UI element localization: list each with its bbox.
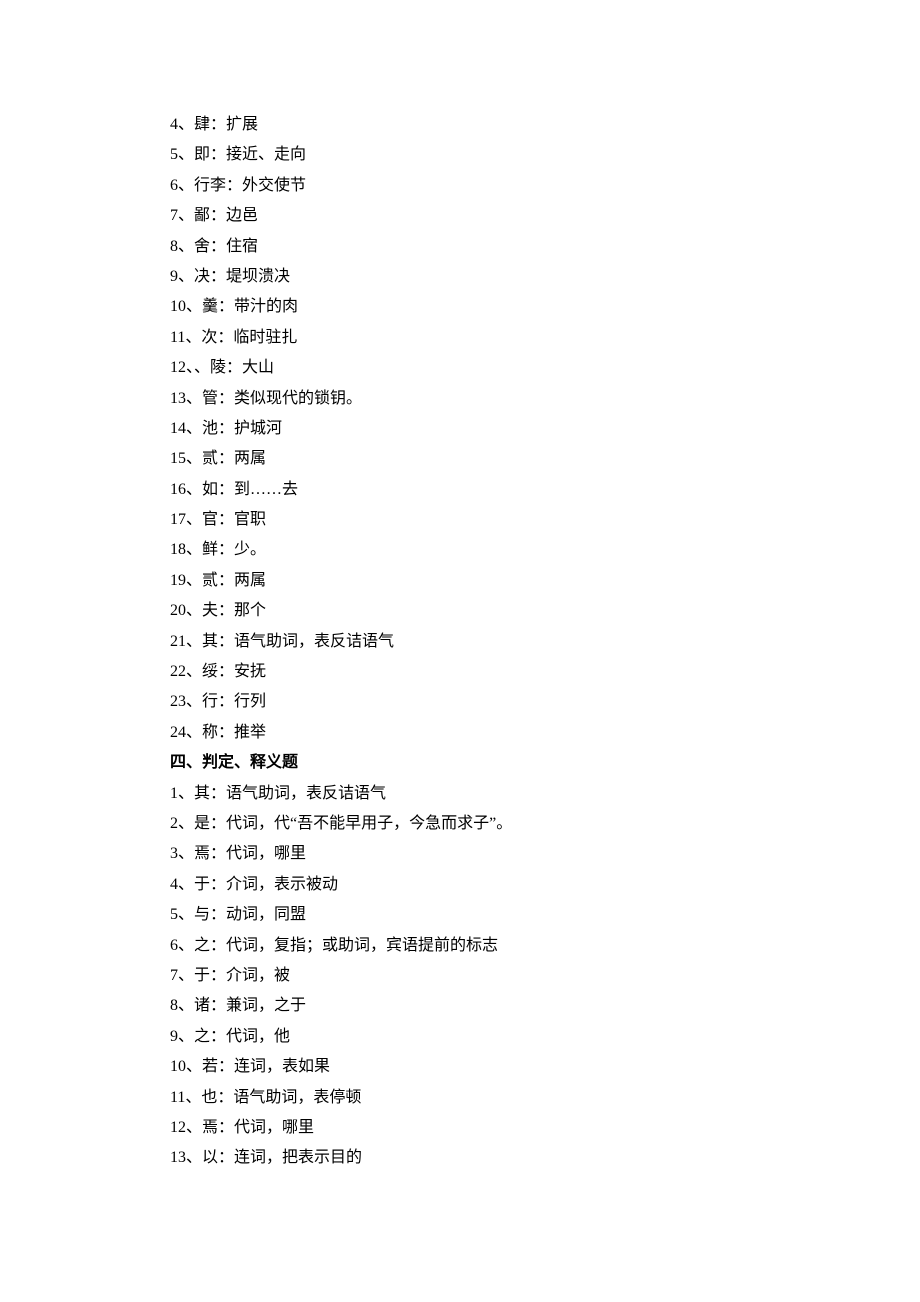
list-item: 23、行：行列 xyxy=(170,687,770,717)
list-item: 21、其：语气助词，表反诘语气 xyxy=(170,627,770,657)
list-item: 24、称：推举 xyxy=(170,718,770,748)
list-item: 5、即：接近、走向 xyxy=(170,140,770,170)
list-item: 11、次：临时驻扎 xyxy=(170,323,770,353)
list-item: 13、管：类似现代的锁钥。 xyxy=(170,384,770,414)
list-item: 14、池：护城河 xyxy=(170,414,770,444)
list-item: 6、行李：外交使节 xyxy=(170,171,770,201)
list-item: 3、焉：代词，哪里 xyxy=(170,839,770,869)
list-item: 4、肆：扩展 xyxy=(170,110,770,140)
list-item: 6、之：代词，复指；或助词，宾语提前的标志 xyxy=(170,931,770,961)
list-item: 12、焉：代词，哪里 xyxy=(170,1113,770,1143)
list-item: 22、绥：安抚 xyxy=(170,657,770,687)
list-item: 4、于：介词，表示被动 xyxy=(170,870,770,900)
list-item: 18、鲜：少。 xyxy=(170,535,770,565)
list-item: 9、决：堤坝溃决 xyxy=(170,262,770,292)
list-item: 15、贰：两属 xyxy=(170,444,770,474)
section-heading: 四、判定、释义题 xyxy=(170,748,770,778)
list-item: 9、之：代词，他 xyxy=(170,1022,770,1052)
list-item: 11、也：语气助词，表停顿 xyxy=(170,1083,770,1113)
document-page: 4、肆：扩展 5、即：接近、走向 6、行李：外交使节 7、鄙：边邑 8、舍：住宿… xyxy=(0,0,920,1302)
list-item: 5、与：动词，同盟 xyxy=(170,900,770,930)
list-item: 20、夫：那个 xyxy=(170,596,770,626)
list-item: 7、鄙：边邑 xyxy=(170,201,770,231)
list-item: 7、于：介词，被 xyxy=(170,961,770,991)
list-item: 13、以：连词，把表示目的 xyxy=(170,1143,770,1173)
list-item: 8、诸：兼词，之于 xyxy=(170,991,770,1021)
list-item: 10、羹：带汁的肉 xyxy=(170,292,770,322)
list-item: 19、贰：两属 xyxy=(170,566,770,596)
list-item: 16、如：到……去 xyxy=(170,475,770,505)
list-item: 8、舍：住宿 xyxy=(170,232,770,262)
list-item: 1、其：语气助词，表反诘语气 xyxy=(170,779,770,809)
list-item: 17、官：官职 xyxy=(170,505,770,535)
list-item: 2、是：代词，代“吾不能早用子，今急而求子”。 xyxy=(170,809,770,839)
list-item: 12、、陵：大山 xyxy=(170,353,770,383)
list-item: 10、若：连词，表如果 xyxy=(170,1052,770,1082)
